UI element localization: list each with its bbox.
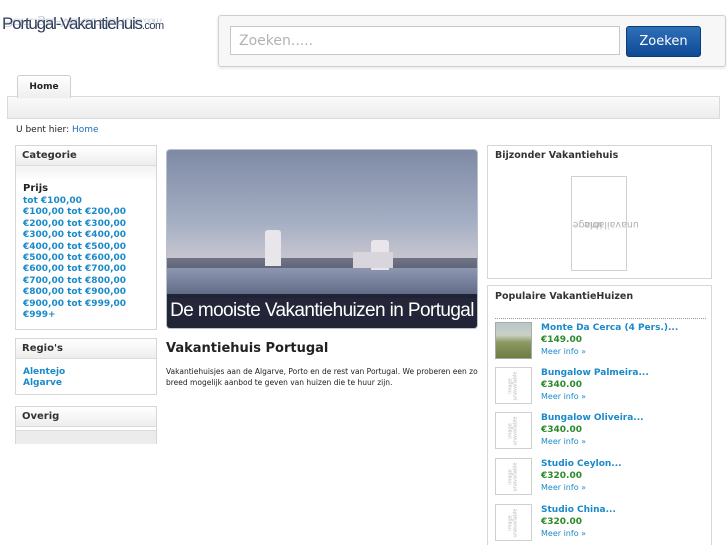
prijs-item[interactable]: €200,00 tot €300,00 (23, 219, 156, 230)
image-unavailable-thumb[interactable]: image unavailable (495, 504, 532, 541)
breadcrumb-home-link[interactable]: Home (72, 125, 99, 135)
prijs-item[interactable]: tot €100,00 (23, 196, 156, 207)
list-item[interactable]: image unavailable Bungalow Oliveira... €3… (495, 410, 707, 452)
image-unavailable-thumb[interactable]: image unavailable (495, 458, 532, 495)
list-item[interactable]: image unavailable Bungalow Palmeira... €3… (495, 365, 707, 407)
prijs-item[interactable]: €500,00 tot €600,00 (23, 253, 156, 264)
prijs-item[interactable]: €600,00 tot €700,00 (23, 264, 156, 275)
categorie-box: Categorie Prijs tot €100,00 €100,00 tot … (15, 145, 157, 330)
meer-info-link[interactable]: Meer info » (541, 529, 586, 538)
house-name[interactable]: Studio China... (541, 505, 616, 515)
house-name[interactable]: Studio Ceylon... (541, 459, 622, 469)
page-title: Vakantiehuis Portugal (166, 341, 329, 356)
regios-spacer (16, 359, 156, 367)
search-input[interactable] (230, 26, 620, 55)
prijs-list: tot €100,00 €100,00 tot €200,00 €200,00 … (16, 196, 156, 321)
prijs-item[interactable]: €700,00 tot €800,00 (23, 276, 156, 287)
prijs-item[interactable]: €900,00 tot €999,00 (23, 299, 156, 310)
hero-caption: De mooiste Vakantiehuizen in Portugal (167, 294, 477, 328)
breadcrumb: U bent hier: Home (16, 125, 99, 135)
overig-box: Overig (15, 406, 157, 444)
prijs-item[interactable]: €300,00 tot €400,00 (23, 230, 156, 241)
list-item[interactable]: image unavailable Studio Ceylon... €320.0… (495, 456, 707, 498)
bijzonder-box: Bijzonder Vakantiehuis image unavailable (487, 145, 712, 279)
house-price: €149.00 (541, 335, 582, 345)
nav-bar (7, 96, 720, 119)
meer-info-link[interactable]: Meer info » (541, 392, 586, 401)
prijs-title: Prijs (23, 183, 49, 194)
prijs-item[interactable]: €400,00 tot €500,00 (23, 242, 156, 253)
divider (495, 318, 706, 319)
overig-footer (16, 430, 156, 444)
list-item[interactable]: Monte Da Cerca (4 Pers.)... €149.00 Meer… (495, 320, 707, 362)
image-unavailable-placeholder[interactable]: image unavailable (571, 176, 638, 271)
regios-title: Regio's (16, 339, 156, 359)
regios-box: Regio's Alentejo Algarve (15, 338, 157, 395)
windmill-left (265, 230, 281, 266)
meer-info-link[interactable]: Meer info » (541, 483, 586, 492)
meer-info-link[interactable]: Meer info » (541, 437, 586, 446)
populair-title: Populaire VakantieHuizen (495, 291, 634, 302)
house-name[interactable]: Bungalow Palmeira... (541, 368, 649, 378)
regio-item-alentejo[interactable]: Alentejo (23, 367, 156, 378)
bijzonder-title: Bijzonder Vakantiehuis (495, 150, 619, 161)
prijs-item[interactable]: €800,00 tot €900,00 (23, 287, 156, 298)
hero-banner: De mooiste Vakantiehuizen in Portugal (166, 149, 478, 329)
house-price: €340.00 (541, 380, 582, 390)
house-price: €320.00 (541, 471, 582, 481)
house-photo[interactable] (495, 322, 532, 359)
image-unavailable-thumb[interactable]: image unavailable (495, 367, 532, 404)
search-panel: Zoeken (218, 15, 726, 67)
list-item[interactable]: image unavailable Studio China... €320.00… (495, 502, 707, 544)
house-name[interactable]: Bungalow Oliveira... (541, 413, 644, 423)
breadcrumb-prefix: U bent hier: (16, 125, 70, 135)
regios-list: Alentejo Algarve (16, 367, 156, 390)
logo-reflection: Portugal-Vakantiehuis.com (2, 15, 161, 29)
site-logo[interactable]: Portugal-Vakantiehuis.com Portugal-Vakan… (2, 14, 202, 46)
white-house (353, 252, 393, 268)
regio-item-algarve[interactable]: Algarve (23, 378, 156, 389)
categorie-title: Categorie (16, 146, 156, 166)
overig-title: Overig (16, 407, 156, 427)
image-unavailable-thumb[interactable]: image unavailable (495, 412, 532, 449)
prijs-item[interactable]: €100,00 tot €200,00 (23, 207, 156, 218)
house-price: €340.00 (541, 425, 582, 435)
house-price: €320.00 (541, 517, 582, 527)
categorie-spacer (16, 166, 156, 181)
meer-info-link[interactable]: Meer info » (541, 347, 586, 356)
house-name[interactable]: Monte Da Cerca (4 Pers.)... (541, 323, 678, 333)
tab-home[interactable]: Home (17, 75, 71, 98)
search-button[interactable]: Zoeken (626, 26, 701, 57)
populair-box: Populaire VakantieHuizen Monte Da Cerca … (487, 285, 712, 545)
intro-text: Vakantiehuisjes aan de Algarve, Porto en… (166, 367, 478, 387)
prijs-item[interactable]: €999+ (23, 310, 156, 321)
